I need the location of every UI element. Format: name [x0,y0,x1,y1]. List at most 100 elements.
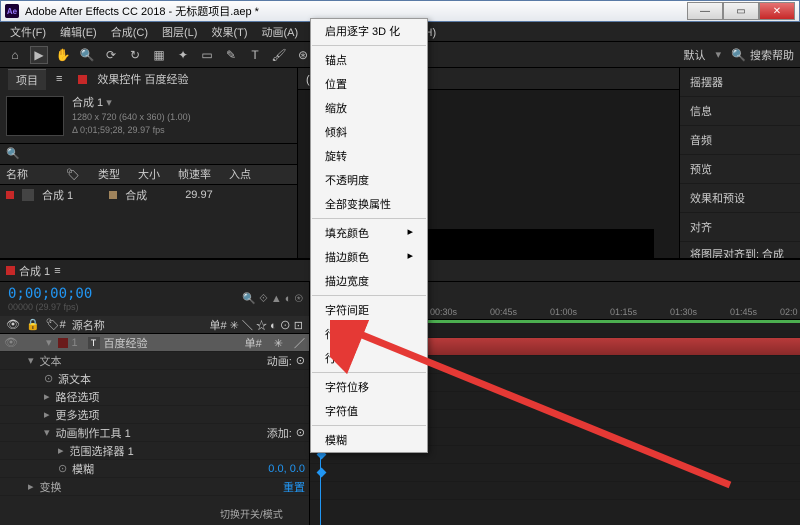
menu-icon[interactable]: ≡ [56,73,62,85]
comp-color-icon [6,266,15,275]
menu-rotation[interactable]: 旋转 [311,144,427,168]
brush-tool-icon[interactable]: 🖌 [270,46,288,64]
twirl-icon[interactable]: ▸ [44,408,50,421]
group-animator-1[interactable]: ▾ 动画制作工具 1 添加: ⊙ [0,424,309,442]
stopwatch-icon[interactable]: ⊙ [58,462,68,475]
col-name[interactable]: 名称 [6,166,28,182]
menu-char-offset[interactable]: 字符位移 [311,375,427,399]
stopwatch-icon[interactable]: ⊙ [44,372,54,385]
menu-position[interactable]: 位置 [311,72,427,96]
comp-dimensions: 1280 x 720 (640 x 360) (1.00) [72,111,191,124]
col-source-name[interactable]: 源名称 [72,317,105,333]
menu-stroke-color[interactable]: 描边颜色 [311,245,427,269]
visibility-toggle-icon[interactable]: 👁 [4,336,16,349]
label-color-icon[interactable] [58,338,68,348]
timeline-tab[interactable]: 合成 1 [19,263,50,279]
panel-preview[interactable]: 预览 [680,155,800,184]
pan-behind-tool-icon[interactable]: ✦ [174,46,192,64]
menu-char-value[interactable]: 字符值 [311,399,427,423]
menu-line-spacing[interactable]: 行距 [311,346,427,370]
menu-opacity[interactable]: 不透明度 [311,168,427,192]
panel-info[interactable]: 信息 [680,97,800,126]
hand-tool-icon[interactable]: ✋ [54,46,72,64]
blur-value[interactable]: 0.0, 0.0 [268,463,305,475]
panel-audio[interactable]: 音频 [680,126,800,155]
current-timecode[interactable]: 0;00;00;00 [0,282,100,302]
menu-animation[interactable]: 动画(A) [256,22,305,42]
menu-fill-color[interactable]: 填充颜色 [311,221,427,245]
menu-composition[interactable]: 合成(C) [105,22,154,42]
menu-scale[interactable]: 缩放 [311,96,427,120]
menu-anchor[interactable]: 锚点 [311,48,427,72]
zoom-tool-icon[interactable]: 🔍 [78,46,96,64]
selection-tool-icon[interactable]: ▶ [30,46,48,64]
effect-controls-tab[interactable]: 效果控件 百度经验 [97,71,188,87]
menu-all-transform[interactable]: 全部变换属性 [311,192,427,216]
menu-skew[interactable]: 倾斜 [311,120,427,144]
menu-tracking[interactable]: 字符间距 [311,298,427,322]
menu-stroke-width[interactable]: 描边宽度 [311,269,427,293]
menu-layer[interactable]: 图层(L) [156,22,203,42]
camera-tool-icon[interactable]: ▦ [150,46,168,64]
project-search[interactable]: 🔍 [0,143,297,165]
twirl-icon[interactable]: ▾ [44,426,50,439]
col-size[interactable]: 大小 [138,166,160,182]
layer-row-1[interactable]: 👁 ▾ 1 T 百度经验 单# ✳ ／ [0,334,309,352]
col-in[interactable]: 入点 [229,166,251,182]
col-type[interactable]: 类型 [98,166,120,182]
orbit-tool-icon[interactable]: ⟳ [102,46,120,64]
layer-index: 1 [72,337,84,349]
project-tab[interactable]: 项目 [8,69,46,90]
twirl-icon[interactable]: ▾ [46,336,52,349]
panel-effects-presets[interactable]: 效果和预设 [680,184,800,213]
minimize-button[interactable]: ― [687,2,723,20]
home-icon[interactable]: ⌂ [6,46,24,64]
menu-enable-3d[interactable]: 启用逐字 3D 化 [311,19,427,43]
transform-reset[interactable]: 重置 [283,479,305,495]
text-tool-icon[interactable]: T [246,46,264,64]
add-property-icon[interactable]: ⊙ [296,426,305,439]
window-title: Adobe After Effects CC 2018 - 无标题项目.aep … [25,3,687,19]
maximize-button[interactable]: ▭ [723,2,759,20]
menu-line-anchor[interactable]: 行锚点 [311,322,427,346]
col-fps[interactable]: 帧速率 [178,166,211,182]
group-transform[interactable]: ▸ 变换 重置 [0,478,309,496]
workspace-dropdown[interactable]: 默认 [684,47,706,63]
menu-edit[interactable]: 编辑(E) [54,22,103,42]
search-icon: 🔍 [731,48,746,62]
twirl-icon[interactable]: ▾ [28,354,34,367]
shape-tool-icon[interactable]: ▭ [198,46,216,64]
group-more-options[interactable]: ▸ 更多选项 [0,406,309,424]
menu-file[interactable]: 文件(F) [4,22,52,42]
panel-align[interactable]: 对齐 [680,213,800,242]
lock-col-icon[interactable]: 🔒 [26,318,40,331]
layer-mode[interactable]: 单# [245,335,262,351]
menu-effect[interactable]: 效果(T) [205,22,253,42]
animate-add-icon[interactable]: ⊙ [296,354,305,367]
close-button[interactable]: ✕ [759,2,795,20]
group-path-options[interactable]: ▸ 路径选项 [0,388,309,406]
help-search[interactable]: 🔍 搜索帮助 [731,47,794,63]
prop-source-text[interactable]: ⊙ 源文本 [0,370,309,388]
prop-blur[interactable]: ⊙ 模糊 0.0, 0.0 [0,460,309,478]
toggle-switches[interactable]: 切换开关/模式 [220,506,283,521]
eye-col-icon[interactable]: 👁 [6,318,20,331]
menu-blur[interactable]: 模糊 [311,428,427,452]
animate-label: 动画: [267,353,292,369]
rotate-tool-icon[interactable]: ↻ [126,46,144,64]
comp-thumbnail[interactable] [6,96,64,136]
item-name: 合成 1 [42,187,73,203]
current-frame: 00000 (29.97 fps) [0,302,100,316]
project-item-row[interactable]: 合成 1 合成 29.97 [0,185,297,205]
keyframe-icon[interactable] [317,468,327,478]
pen-tool-icon[interactable]: ✎ [222,46,240,64]
comp-icon [22,189,34,201]
twirl-icon[interactable]: ▸ [28,480,34,493]
tab-menu-icon[interactable]: ≡ [54,265,60,277]
group-text[interactable]: ▾ 文本 动画: ⊙ [0,352,309,370]
twirl-icon[interactable]: ▸ [44,390,50,403]
twirl-icon[interactable]: ▸ [58,444,64,457]
group-range-selector[interactable]: ▸ 范围选择器 1 [0,442,309,460]
layer-name[interactable]: 百度经验 [104,335,241,351]
panel-wiggler[interactable]: 摇摆器 [680,68,800,97]
